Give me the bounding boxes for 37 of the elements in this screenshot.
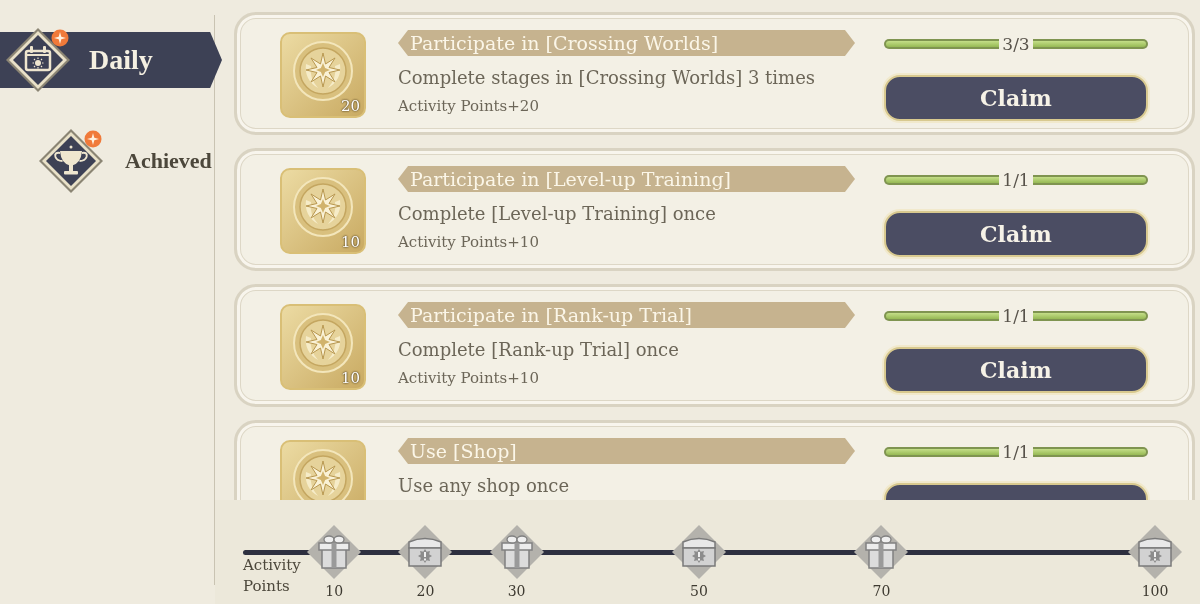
task-description: Complete [Rank-up Trial] once [398, 338, 679, 362]
gift-icon[interactable] [488, 524, 545, 580]
calendar-icon [5, 27, 71, 93]
milestone-value: 70 [872, 582, 891, 600]
sidebar-tab[interactable]: Achieved [38, 128, 212, 194]
star-emblem-icon [292, 40, 354, 102]
activity-points-reward: Activity Points+20 [398, 96, 539, 116]
task-description: Complete stages in [Crossing Worlds] 3 times [398, 66, 816, 90]
claim-button[interactable]: Claim [884, 75, 1148, 121]
task-title: Participate in [Rank-up Trial] [398, 302, 855, 328]
milestone-value: 30 [507, 582, 526, 600]
star-emblem-icon [292, 312, 354, 374]
milestone-value: 20 [416, 582, 435, 600]
task-description: Use any shop once [398, 474, 570, 498]
claim-button[interactable]: Claim [884, 347, 1148, 393]
task-title: Use [Shop] [398, 438, 855, 464]
activity-points-reward: Activity Points+10 [398, 368, 539, 388]
reward-count: 20 [340, 97, 360, 115]
treasure-chest-icon[interactable] [397, 524, 454, 580]
milestone-value: 10 [325, 582, 344, 600]
trophy-cup-icon [38, 128, 104, 194]
star-emblem-icon [292, 176, 354, 238]
reward-count: 10 [340, 233, 360, 251]
reward-count: 10 [340, 369, 360, 387]
gift-icon[interactable] [853, 524, 910, 580]
claim-button[interactable]: Claim [884, 211, 1148, 257]
milestone-value: 100 [1141, 582, 1169, 600]
sidebar-tab[interactable]: Daily [0, 27, 222, 93]
task-title: Participate in [Crossing Worlds] [398, 30, 855, 56]
treasure-chest-icon[interactable] [671, 524, 727, 580]
activity-points-label: Activity Points [243, 555, 302, 597]
activity-points-reward: Activity Points+10 [398, 232, 539, 252]
milestone-value: 50 [690, 582, 708, 600]
task-title: Participate in [Level-up Training] [398, 166, 855, 192]
task-description: Complete [Level-up Training] once [398, 202, 716, 226]
treasure-chest-icon[interactable] [1127, 524, 1183, 580]
gift-icon[interactable] [306, 524, 363, 580]
